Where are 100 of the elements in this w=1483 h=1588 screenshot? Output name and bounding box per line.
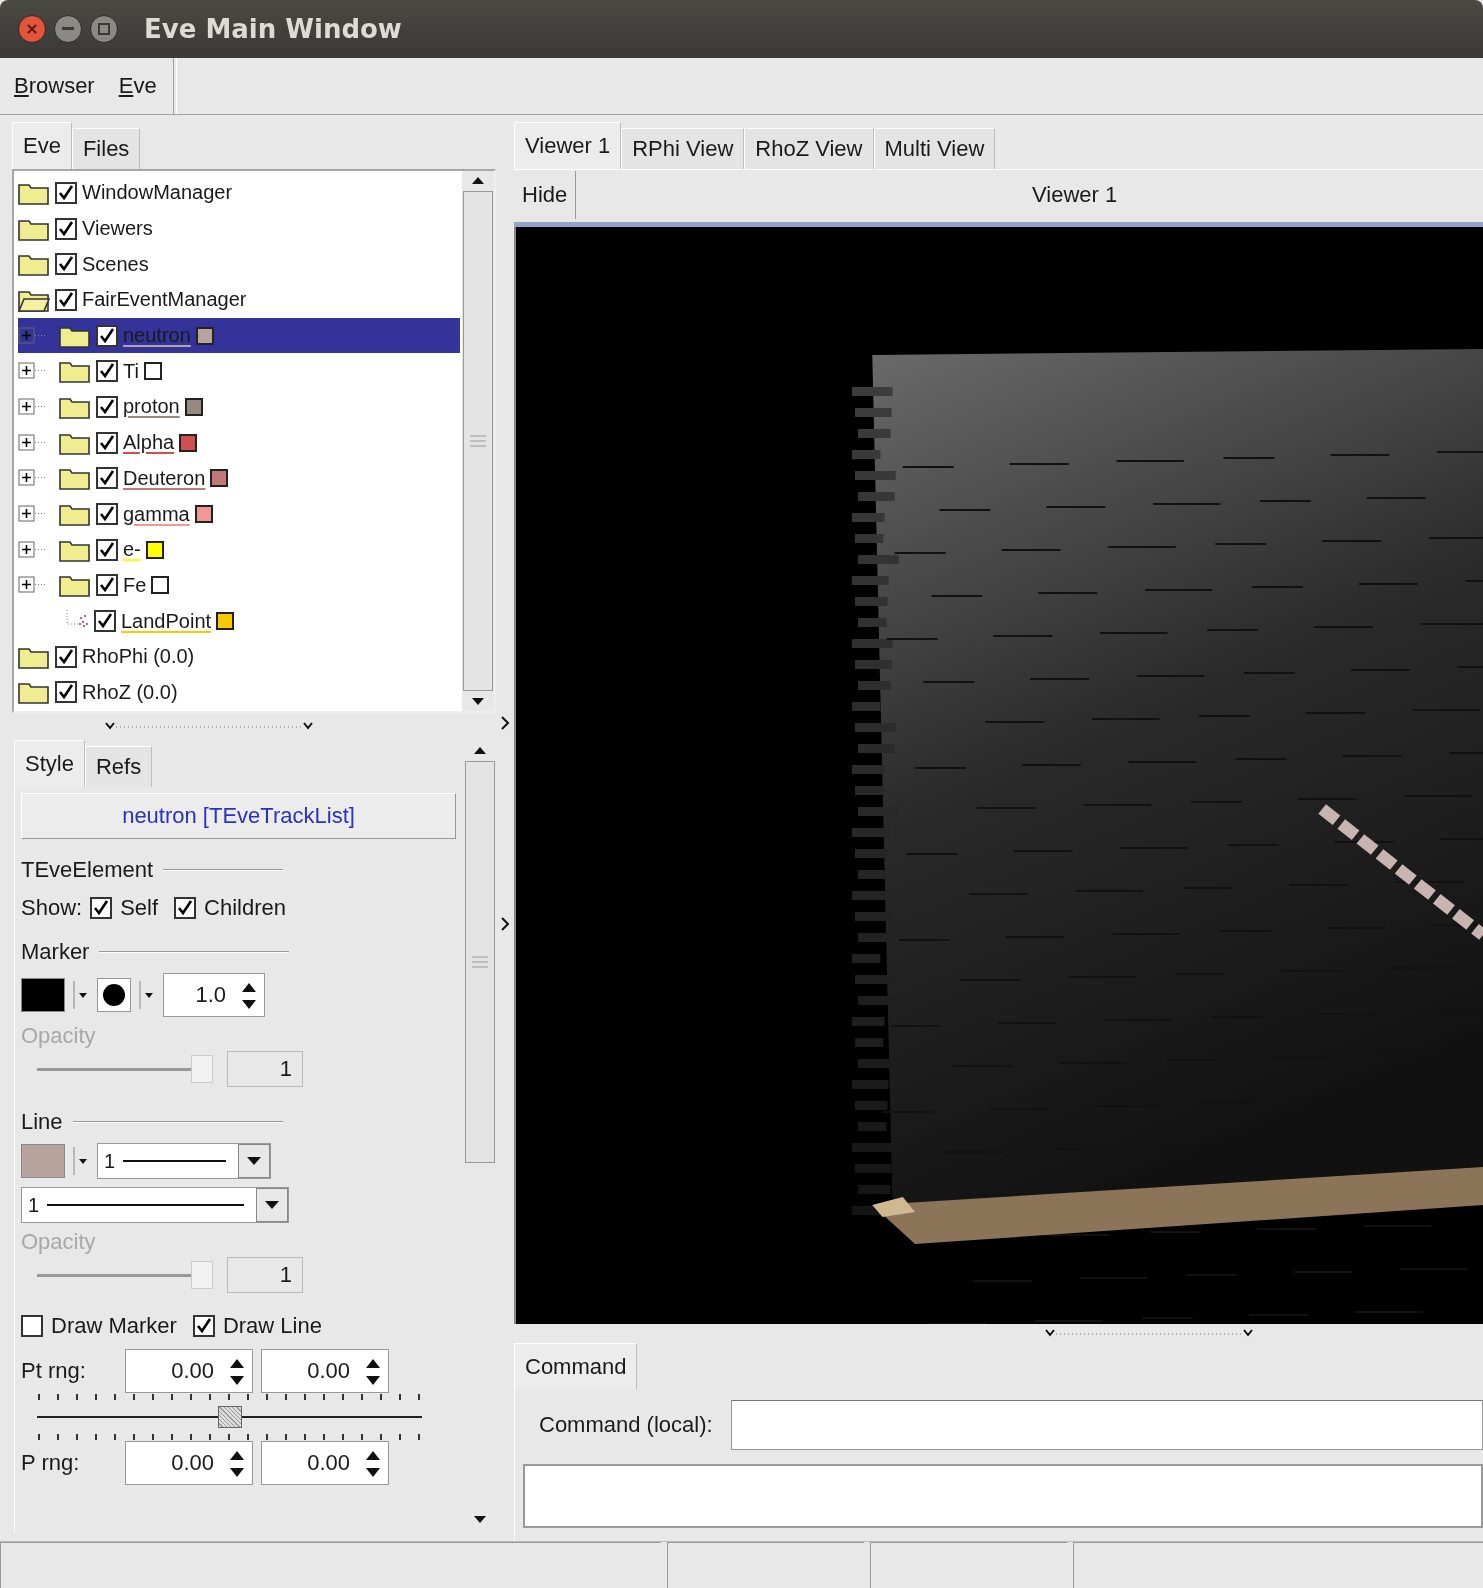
checkbox[interactable] (90, 897, 113, 919)
checkbox[interactable] (174, 897, 197, 919)
expand-icon[interactable] (18, 469, 48, 488)
color-picker[interactable] (21, 978, 65, 1012)
command-field[interactable] (730, 1400, 1483, 1450)
checkbox[interactable] (96, 503, 118, 526)
range-min-field[interactable]: 0.00 (125, 1441, 253, 1485)
maximize-icon[interactable] (90, 15, 118, 43)
range-min-field[interactable]: 0.00 (125, 1349, 253, 1393)
dropdown-button[interactable] (256, 1188, 288, 1222)
checkbox[interactable] (55, 253, 77, 276)
close-icon[interactable] (18, 15, 46, 43)
checkbox[interactable] (96, 431, 118, 454)
checkbox[interactable] (94, 610, 116, 633)
menu-item[interactable]: Browser (14, 69, 95, 103)
line-style-dropdown[interactable]: 1 (21, 1187, 289, 1223)
opacity-label: Opacity (21, 1229, 96, 1255)
tree-item[interactable]: FairEventManager (18, 282, 460, 318)
section-title: Marker (21, 939, 90, 965)
tab[interactable]: Multi View (873, 128, 996, 169)
output-area[interactable] (523, 1464, 1483, 1528)
checkbox[interactable] (21, 1315, 43, 1337)
opacity-label: Opacity (21, 1023, 96, 1049)
checkbox[interactable] (55, 645, 77, 668)
tree-item[interactable]: proton (18, 389, 460, 425)
tree-item-label: Fe (123, 573, 147, 597)
tree-item-label: e- (123, 538, 141, 562)
splitter-handle[interactable] (104, 720, 314, 732)
checkbox[interactable] (96, 574, 118, 597)
scroll-up-icon[interactable] (470, 175, 486, 185)
section-title: Line (21, 1109, 63, 1135)
window-title: Eve Main Window (144, 14, 402, 44)
tab[interactable]: Files (71, 128, 141, 169)
checkbox[interactable] (55, 217, 77, 240)
tree-item-label: neutron (123, 324, 191, 348)
checkbox[interactable] (96, 538, 118, 561)
menu-item[interactable]: Eve (118, 69, 157, 103)
command-label: Command (local): (539, 1412, 713, 1438)
tree-item[interactable]: Fe (18, 567, 460, 604)
minimize-icon[interactable] (54, 15, 82, 43)
tree-item[interactable]: WindowManager (18, 175, 460, 211)
checkbox-label: Draw Line (222, 1313, 322, 1339)
range-max-field[interactable]: 0.00 (261, 1349, 389, 1393)
tree-item-label: Scenes (82, 252, 149, 276)
show-label: Show: (21, 895, 83, 921)
tree-item[interactable]: e- (18, 531, 460, 568)
caret-icon[interactable] (73, 1145, 89, 1177)
tab[interactable]: Command (514, 1343, 638, 1390)
tree-item[interactable]: RhoZ (0.0) (18, 674, 460, 711)
grip-icon[interactable] (470, 435, 486, 447)
tree-item[interactable]: RhoPhi (0.0) (18, 638, 460, 675)
expand-icon[interactable] (18, 576, 48, 595)
scroll-down-icon[interactable] (470, 697, 486, 707)
object-header[interactable]: neutron [TEveTrackList] (21, 793, 456, 839)
caret-icon[interactable] (139, 979, 155, 1011)
expand-icon[interactable] (18, 540, 48, 559)
tab[interactable]: Eve (12, 122, 72, 169)
checkbox[interactable] (55, 288, 77, 311)
tree-item[interactable]: Ti (18, 353, 460, 390)
tree-item[interactable]: Scenes (18, 246, 460, 283)
checkbox[interactable] (55, 681, 77, 704)
opacity-value: 1 (227, 1051, 303, 1087)
range-max-field[interactable]: 0.00 (261, 1441, 389, 1485)
checkbox-label: Draw Marker (51, 1313, 177, 1339)
splitter-handle[interactable] (1043, 1327, 1254, 1339)
expand-icon[interactable] (18, 505, 48, 524)
color-picker[interactable] (21, 1144, 65, 1178)
expand-icon[interactable] (18, 433, 48, 452)
tree-item[interactable]: Deuteron (18, 460, 460, 497)
checkbox[interactable] (96, 467, 118, 490)
checkbox[interactable] (96, 324, 118, 347)
tree-item-label: gamma (123, 502, 190, 526)
tree-item[interactable]: gamma (18, 496, 460, 532)
caret-icon[interactable] (73, 979, 89, 1011)
checkbox[interactable] (96, 395, 118, 418)
line-width-dropdown[interactable]: 1 (97, 1143, 271, 1179)
checkbox[interactable] (55, 181, 77, 204)
expand-icon[interactable] (18, 397, 48, 416)
tree-item[interactable]: Viewers (18, 210, 460, 247)
tree-item-label: FairEventManager (82, 288, 247, 312)
checkbox[interactable] (96, 360, 118, 383)
folder-icon (59, 359, 91, 384)
grip-icon[interactable] (472, 956, 488, 968)
tab[interactable]: Viewer 1 (514, 122, 622, 169)
tree-item-label: RhoPhi (0.0) (82, 645, 195, 669)
tab[interactable]: RhoZ View (744, 128, 874, 169)
tab[interactable]: Refs (84, 746, 153, 787)
scroll-up-icon[interactable] (472, 745, 488, 755)
marker-size-field[interactable]: 1.0 (163, 973, 265, 1017)
marker-style-icon[interactable] (97, 978, 131, 1012)
scrollbar[interactable] (462, 171, 494, 711)
dropdown-button[interactable] (238, 1144, 270, 1178)
tab[interactable]: Style (14, 740, 85, 787)
scroll-down-icon[interactable] (472, 1515, 488, 1525)
tab[interactable]: RPhi View (621, 128, 745, 169)
slider-thumb[interactable] (217, 1406, 242, 1428)
checkbox[interactable] (192, 1315, 215, 1337)
tree-item[interactable]: Alpha (18, 424, 460, 461)
tree-item[interactable]: LandPoint (18, 603, 460, 639)
expand-icon[interactable] (18, 362, 48, 381)
